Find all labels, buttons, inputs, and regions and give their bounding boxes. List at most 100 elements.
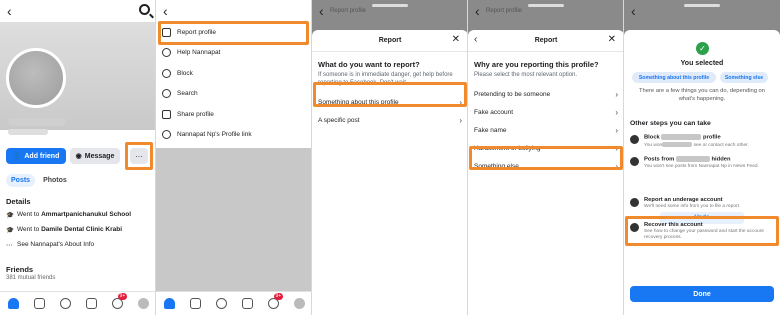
share-icon <box>162 109 171 119</box>
chevron-right-icon: › <box>615 107 618 117</box>
menu-avatar-icon[interactable] <box>293 298 305 309</box>
report-question: What do you want to report? <box>318 60 420 69</box>
notifications-icon[interactable]: 9+ <box>267 293 284 309</box>
marketplace-icon[interactable] <box>85 298 97 309</box>
messenger-icon: ◉ <box>75 153 82 160</box>
sheet-title: Report <box>378 37 402 44</box>
other-steps-heading: Other steps you can take <box>630 120 711 127</box>
menu-block[interactable]: Block <box>156 63 312 84</box>
option-fake-account[interactable]: Fake account › <box>468 103 624 121</box>
selected-chip-something-else: Something else <box>720 72 768 83</box>
friends-heading: Friends <box>6 265 34 274</box>
notification-badge: 9+ <box>117 293 128 300</box>
you-selected-title: You selected <box>680 60 724 67</box>
step-block[interactable]: Block profile You won see or contact eac… <box>630 134 774 148</box>
education-icon: 🎓 <box>6 212 15 219</box>
bottom-nav: 9+ <box>0 291 156 315</box>
highlight-recover-account <box>625 216 779 246</box>
menu-profile-link[interactable]: Nannapat Np's Profile link <box>156 125 312 146</box>
dimmed-title: Report profile <box>330 8 367 14</box>
option-specific-post[interactable]: A specific post › <box>312 111 468 129</box>
redacted-name <box>661 134 702 140</box>
video-icon[interactable] <box>33 298 45 309</box>
redacted-name <box>662 141 693 147</box>
search-icon[interactable] <box>139 4 150 15</box>
profile-avatar[interactable] <box>6 48 66 108</box>
profile-screen: ‹ 👤 Add friend ◉ Message ··· Posts Photo… <box>0 0 156 315</box>
notification-badge: 9+ <box>273 293 284 300</box>
blurred-name <box>8 118 66 126</box>
report-why-screen: ‹ Report profile ‹ Report ✕ Why are you … <box>468 0 624 315</box>
report-subtext: Please select the most relevant option. <box>474 72 578 78</box>
link-icon <box>162 130 171 140</box>
underage-report-icon <box>630 198 639 207</box>
chevron-right-icon: › <box>459 115 462 125</box>
highlight-report-profile <box>158 21 309 45</box>
selected-chip-profile: Something about this profile <box>632 72 716 83</box>
bottom-nav: 9+ <box>156 291 312 315</box>
highlight-more-button <box>125 142 153 170</box>
home-icon[interactable] <box>7 298 19 309</box>
back-icon[interactable]: ‹ <box>163 3 168 19</box>
more-dots-icon: ⋯ <box>6 242 13 249</box>
dimmed-title: Report profile <box>486 8 523 14</box>
back-icon[interactable]: ‹ <box>474 34 477 45</box>
tab-photos[interactable]: Photos <box>41 174 69 187</box>
report-sheet: Report ✕ What do you want to report? If … <box>312 30 468 315</box>
detail-row-school: 🎓 Went to Ammartpanichanukul School <box>6 211 132 219</box>
sheet-handle <box>528 4 564 7</box>
message-button[interactable]: ◉ Message <box>70 148 120 164</box>
menu-share-profile[interactable]: Share profile <box>156 104 312 125</box>
details-heading: Details <box>6 197 31 206</box>
sheet-title: Report <box>534 37 558 44</box>
chevron-right-icon: › <box>615 89 618 99</box>
dimmed-header: ‹ <box>624 0 780 30</box>
menu-avatar-icon[interactable] <box>137 298 149 309</box>
redacted-name <box>675 156 710 162</box>
add-friend-button[interactable]: 👤 Add friend <box>6 148 66 164</box>
tab-posts[interactable]: Posts <box>6 174 36 187</box>
highlight-something-about-profile <box>313 82 467 107</box>
step-posts-hidden: Posts from hidden You won't see posts fr… <box>630 156 774 170</box>
report-result-screen: ‹ ✓ You selected Something about this pr… <box>624 0 780 315</box>
menu-help[interactable]: Help Nannapat <box>156 43 312 64</box>
friends-icon[interactable] <box>215 298 227 309</box>
marketplace-icon[interactable] <box>241 298 253 309</box>
done-button[interactable]: Done <box>630 286 774 302</box>
checkmark-icon: ✓ <box>696 42 709 55</box>
dimmed-header: ‹ Report profile <box>312 0 468 30</box>
blurred-subtitle <box>8 129 48 135</box>
sheet-handle <box>684 4 720 7</box>
report-what-screen: ‹ Report profile Report ✕ What do you wa… <box>312 0 468 315</box>
home-icon[interactable] <box>163 298 175 309</box>
sheet-header: Report ✕ <box>312 30 468 52</box>
detail-row-clinic: 🎓 Went to Damile Dental Clinic Krabi <box>6 226 123 234</box>
close-icon[interactable]: ✕ <box>608 34 616 45</box>
sheet-header: ‹ Report ✕ <box>468 30 624 52</box>
option-fake-name[interactable]: Fake name › <box>468 121 624 139</box>
block-icon <box>162 68 171 78</box>
notifications-icon[interactable]: 9+ <box>111 293 128 309</box>
education-icon: 🎓 <box>6 227 15 234</box>
report-question: Why are you reporting this profile? <box>474 60 599 69</box>
report-sheet: ‹ Report ✕ Why are you reporting this pr… <box>468 30 624 315</box>
back-icon[interactable]: ‹ <box>7 3 12 19</box>
result-sheet: ✓ You selected Something about this prof… <box>624 30 780 315</box>
add-friend-icon: 👤 <box>12 153 22 160</box>
back-icon: ‹ <box>319 3 324 19</box>
option-pretending[interactable]: Pretending to be someone › <box>468 85 624 103</box>
step-report-underage[interactable]: Report an underage account We'll need so… <box>630 197 774 210</box>
dimmed-background <box>156 148 312 291</box>
back-icon: ‹ <box>475 3 480 19</box>
menu-search[interactable]: Search <box>156 84 312 105</box>
see-about-info-link[interactable]: ⋯ See Nannapat's About Info <box>6 241 94 249</box>
video-icon[interactable] <box>189 298 201 309</box>
close-icon[interactable]: ✕ <box>452 34 460 45</box>
help-icon <box>162 48 171 58</box>
dimmed-header: ‹ Report profile <box>468 0 624 30</box>
mutual-friends-count: 381 mutual friends <box>6 275 56 281</box>
hidden-posts-icon <box>630 157 639 166</box>
chevron-right-icon: › <box>615 125 618 135</box>
top-bar: ‹ <box>0 0 156 22</box>
friends-icon[interactable] <box>59 298 71 309</box>
